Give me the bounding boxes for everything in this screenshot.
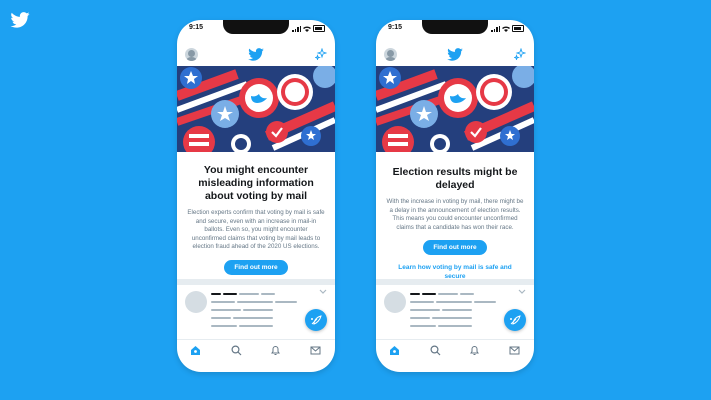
find-out-more-button[interactable]: Find out more (423, 240, 487, 255)
tweet-text-line (442, 309, 472, 311)
tweet-handle-line (438, 293, 458, 295)
search-icon[interactable] (231, 345, 242, 356)
tweet-avatar (185, 291, 207, 313)
card-headline: Election results might be delayed (392, 166, 518, 191)
placeholder-tweet[interactable] (376, 285, 534, 347)
battery-icon (313, 25, 325, 32)
tweet-text-line (474, 301, 496, 303)
find-out-more-button[interactable]: Find out more (224, 259, 288, 275)
signal-icon (491, 25, 500, 32)
compose-tweet-button[interactable] (305, 309, 327, 331)
wifi-icon (303, 25, 311, 32)
tweet-text-line (211, 325, 237, 327)
tweet-text-line (436, 301, 472, 303)
app-header (177, 42, 335, 68)
tweet-text-line (275, 301, 297, 303)
election-illustration-banner (177, 66, 335, 152)
notifications-bell-icon[interactable] (270, 345, 281, 356)
card-body-text: With the increase in voting by mail, the… (386, 198, 524, 231)
card-headline: You might encounter misleading informati… (198, 164, 314, 202)
messages-envelope-icon[interactable] (509, 345, 520, 356)
status-bar: 9:15 (177, 24, 335, 36)
tweet-name-line (211, 293, 221, 295)
wifi-icon (502, 25, 510, 32)
tweet-text-line (211, 317, 231, 319)
tweet-handle-line (261, 293, 275, 295)
tweet-name-line (223, 293, 237, 295)
card-body-text: Election experts confirm that voting by … (187, 209, 325, 250)
tweet-text-line (410, 309, 440, 311)
tweet-name-line (422, 293, 436, 295)
app-header (376, 42, 534, 68)
compose-feather-icon (311, 315, 322, 325)
profile-avatar[interactable] (185, 48, 198, 61)
phone-mockup-voting-by-mail: 9:15 You might encounter misleading info… (177, 20, 335, 372)
chevron-down-icon[interactable] (518, 289, 526, 295)
tweet-text-line (410, 325, 436, 327)
compose-tweet-button[interactable] (504, 309, 526, 331)
bottom-tab-bar (376, 339, 534, 362)
tweet-text-line (410, 317, 430, 319)
tweet-text-line (243, 309, 273, 311)
election-buttons-illustration (376, 66, 534, 152)
status-icons (491, 25, 524, 32)
tweet-text-line (211, 301, 235, 303)
home-icon[interactable] (190, 345, 201, 356)
placeholder-tweet[interactable] (177, 285, 335, 347)
tweet-text-line (211, 309, 241, 311)
tweet-handle-line (239, 293, 259, 295)
battery-icon (512, 25, 524, 32)
status-bar: 9:15 (376, 24, 534, 36)
tweet-text-line (239, 325, 273, 327)
chevron-down-icon[interactable] (319, 289, 327, 295)
signal-icon (292, 25, 301, 32)
search-icon[interactable] (430, 345, 441, 356)
tweet-text-line (432, 317, 472, 319)
tweet-name-line (410, 293, 420, 295)
home-icon[interactable] (389, 345, 400, 356)
status-icons (292, 25, 325, 32)
tweet-avatar (384, 291, 406, 313)
phone-mockup-results-delayed: 9:15 Election results might be delayed W… (376, 20, 534, 372)
messages-envelope-icon[interactable] (310, 345, 321, 356)
bottom-tab-bar (177, 339, 335, 362)
twitter-brand-icon (10, 12, 30, 28)
compose-feather-icon (510, 315, 521, 325)
tweet-text-line (438, 325, 472, 327)
twitter-logo-icon (447, 48, 463, 61)
sparkle-icon[interactable] (315, 48, 327, 60)
tweet-text-line (237, 301, 273, 303)
profile-avatar[interactable] (384, 48, 397, 61)
sparkle-icon[interactable] (514, 48, 526, 60)
notifications-bell-icon[interactable] (469, 345, 480, 356)
election-buttons-illustration (177, 66, 335, 152)
election-illustration-banner (376, 66, 534, 152)
status-time: 9:15 (388, 24, 403, 31)
tweet-text-line (233, 317, 273, 319)
tweet-text-line (410, 301, 434, 303)
tweet-handle-line (460, 293, 474, 295)
status-time: 9:15 (189, 24, 204, 31)
twitter-logo-icon (248, 48, 264, 61)
